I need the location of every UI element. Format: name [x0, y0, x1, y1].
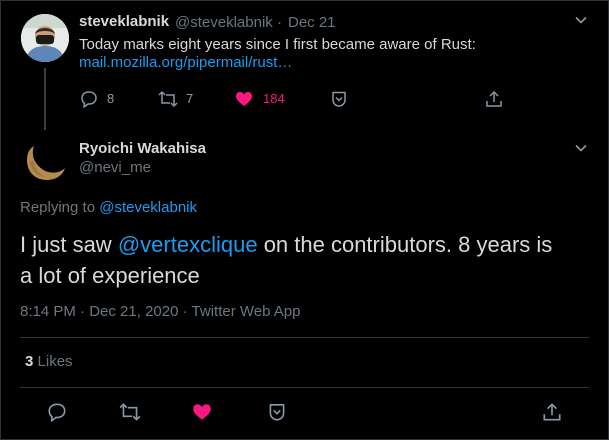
- thread-connector-line: [44, 68, 46, 130]
- share-icon[interactable]: [484, 89, 504, 109]
- bookmark-icon[interactable]: [329, 89, 349, 109]
- tweet-date[interactable]: Dec 21, 2020: [89, 303, 178, 320]
- likes-summary[interactable]: 3 Likes: [25, 353, 73, 370]
- bookmark-icon[interactable]: [266, 401, 288, 423]
- avatar-nevi-me[interactable]: [21, 136, 69, 184]
- parent-handle[interactable]: @steveklabnik: [175, 14, 273, 31]
- parent-tweet-link[interactable]: mail.mozilla.org/pipermail/rust…: [79, 54, 292, 71]
- author-handle[interactable]: @nevi_me: [79, 159, 151, 176]
- meta-separator-2: ·: [182, 303, 188, 320]
- share-icon[interactable]: [541, 401, 563, 423]
- tweet-time[interactable]: 8:14 PM: [20, 303, 76, 320]
- parent-reply-count: 8: [107, 91, 115, 106]
- heart-icon[interactable]: [191, 401, 213, 423]
- avatar-steveklabnik[interactable]: [21, 14, 69, 62]
- parent-dot-separator: ·: [277, 14, 282, 31]
- meta-separator: ·: [80, 303, 86, 320]
- likes-count: 3: [25, 353, 34, 370]
- parent-like-count: 184: [263, 91, 285, 106]
- tweet-text-line2: a lot of experience: [20, 263, 200, 288]
- parent-retweet-count: 7: [186, 91, 194, 106]
- replying-to-line: Replying to @steveklabnik: [20, 199, 197, 216]
- reply-icon: [81, 91, 97, 108]
- tweet-mention[interactable]: @vertexclique: [118, 232, 258, 257]
- divider: [20, 337, 589, 338]
- replying-to-prefix: Replying to: [20, 199, 96, 216]
- parent-tweet-text: Today marks eight years since I first be…: [79, 36, 476, 53]
- tweet-text: I just saw @vertexclique on the contribu…: [20, 229, 600, 291]
- chevron-down-icon[interactable]: [574, 13, 588, 27]
- parent-author-name[interactable]: steveklabnik: [79, 13, 169, 30]
- tweet-meta: 8:14 PM · Dec 21, 2020 · Twitter Web App: [20, 303, 300, 320]
- parent-date[interactable]: Dec 21: [288, 14, 336, 31]
- heart-icon: [236, 92, 252, 106]
- retweet-icon[interactable]: [118, 401, 142, 423]
- tweet-text-part2: on the contributors. 8 years is: [263, 232, 553, 257]
- likes-label: Likes: [37, 353, 73, 370]
- chevron-down-icon[interactable]: [574, 141, 588, 155]
- retweet-icon: [158, 90, 178, 108]
- tweet-text-part1: I just saw: [20, 232, 112, 257]
- tweet-source[interactable]: Twitter Web App: [192, 303, 301, 320]
- author-name[interactable]: Ryoichi Wakahisa: [79, 140, 206, 157]
- reply-icon[interactable]: [46, 401, 68, 423]
- divider: [20, 387, 589, 388]
- replying-to-mention[interactable]: @steveklabnik: [99, 199, 197, 216]
